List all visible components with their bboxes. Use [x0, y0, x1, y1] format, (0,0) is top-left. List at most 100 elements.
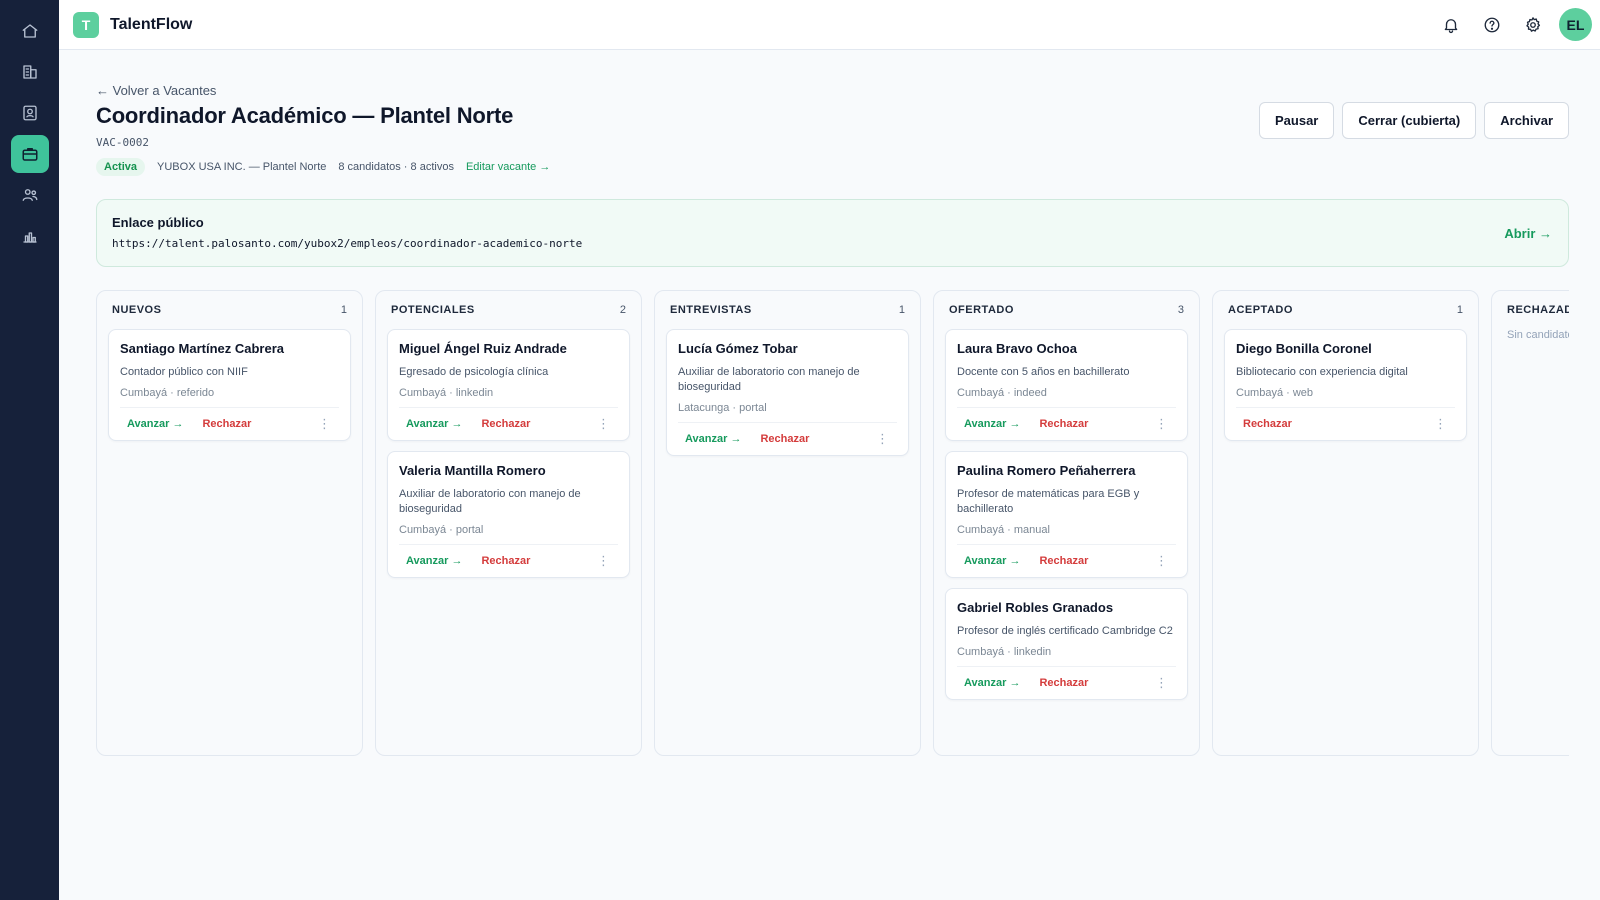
more-options-icon[interactable]: ⋮: [597, 553, 618, 569]
building-icon: [22, 65, 37, 79]
app-logo[interactable]: T: [73, 11, 99, 38]
vacancy-code: VAC-0002: [96, 136, 149, 149]
pipeline-column: NUEVOS 1 Santiago Martínez Cabrera Contador…: [96, 290, 363, 756]
more-options-icon[interactable]: ⋮: [1155, 553, 1176, 569]
sidebar-item-contacts[interactable]: [11, 94, 49, 132]
candidate-name[interactable]: Lucía Gómez Tobar: [678, 341, 897, 356]
candidate-name[interactable]: Miguel Ángel Ruiz Andrade: [399, 341, 618, 356]
column-count: 1: [1456, 304, 1463, 316]
pause-button[interactable]: Pausar: [1259, 102, 1335, 139]
candidate-name[interactable]: Santiago Martínez Cabrera: [120, 341, 339, 356]
candidate-actions: Avanzar → Rechazar ⋮: [678, 422, 897, 447]
candidate-meta: Cumbayá · manual: [957, 524, 1050, 536]
candidate-role: Auxiliar de laboratorio con manejo de bi…: [678, 366, 860, 393]
advance-button[interactable]: Avanzar →: [127, 418, 183, 430]
candidate-role: Contador público con NIIF: [120, 366, 248, 378]
pipeline-column: ACEPTADO 1 Diego Bonilla Coronel Biblioteca…: [1212, 290, 1479, 756]
candidate-role: Profesor de inglés certificado Cambridge…: [957, 625, 1173, 637]
column-header: ENTREVISTAS 1: [666, 301, 909, 319]
notifications-button[interactable]: [1433, 7, 1469, 43]
candidate-card[interactable]: Santiago Martínez Cabrera Contador públic…: [108, 329, 351, 441]
reject-button[interactable]: Rechazar: [481, 555, 530, 567]
candidate-role: Auxiliar de laboratorio con manejo de bi…: [399, 488, 581, 515]
bar-chart-icon: [22, 232, 37, 243]
app-brand[interactable]: TalentFlow: [110, 16, 192, 34]
company-label: YUBOX USA INC. — Plantel Norte: [157, 161, 327, 173]
advance-button[interactable]: Avanzar →: [964, 677, 1020, 689]
column-title: NUEVOS: [112, 304, 162, 316]
reject-button[interactable]: Rechazar: [760, 433, 809, 445]
page-title: Coordinador Académico — Plantel Norte: [96, 103, 514, 128]
candidate-name[interactable]: Gabriel Robles Granados: [957, 600, 1176, 615]
column-header: POTENCIALES 2: [387, 301, 630, 319]
candidate-name[interactable]: Valeria Mantilla Romero: [399, 463, 618, 478]
candidate-card[interactable]: Laura Bravo Ochoa Docente con 5 años en b…: [945, 329, 1188, 441]
candidate-name[interactable]: Diego Bonilla Coronel: [1236, 341, 1455, 356]
candidate-meta: Latacunga · portal: [678, 402, 767, 414]
topbar-actions: EL: [1428, 7, 1592, 43]
sidebar-item-vacancies[interactable]: [10, 135, 49, 173]
advance-button[interactable]: Avanzar →: [685, 433, 741, 445]
candidate-role: Docente con 5 años en bachillerato: [957, 366, 1130, 378]
reject-button[interactable]: Rechazar: [1039, 677, 1088, 689]
advance-button[interactable]: Avanzar →: [964, 418, 1020, 430]
column-header: ACEPTADO 1: [1224, 301, 1467, 319]
candidate-meta: Cumbayá · indeed: [957, 387, 1047, 399]
sidebar-item-reports[interactable]: [11, 217, 49, 255]
pipeline-column: OFERTADO 3 Laura Bravo Ochoa Docente con 5 …: [933, 290, 1200, 756]
more-options-icon[interactable]: ⋮: [1155, 675, 1176, 691]
candidate-actions: Avanzar → Rechazar ⋮: [399, 407, 618, 432]
candidate-card[interactable]: Lucía Gómez Tobar Auxiliar de laboratorio…: [666, 329, 909, 456]
reject-button[interactable]: Rechazar: [1039, 418, 1088, 430]
more-options-icon[interactable]: ⋮: [597, 416, 618, 432]
advance-button[interactable]: Avanzar →: [406, 418, 462, 430]
advance-button[interactable]: Avanzar →: [406, 555, 462, 567]
more-options-icon[interactable]: ⋮: [876, 431, 897, 447]
reject-button[interactable]: Rechazar: [1243, 418, 1292, 430]
user-avatar[interactable]: EL: [1559, 8, 1592, 41]
candidate-role: Bibliotecario con experiencia digital: [1236, 366, 1408, 378]
candidate-card[interactable]: Paulina Romero Peñaherrera Profesor de ma…: [945, 451, 1188, 578]
column-title: OFERTADO: [949, 304, 1014, 316]
candidate-name[interactable]: Paulina Romero Peñaherrera: [957, 463, 1176, 478]
close-filled-button[interactable]: Cerrar (cubierta): [1342, 102, 1477, 139]
reject-button[interactable]: Rechazar: [202, 418, 251, 430]
sidebar-item-companies[interactable]: [11, 53, 49, 91]
candidate-card[interactable]: Miguel Ángel Ruiz Andrade Egresado de psi…: [387, 329, 630, 441]
candidate-card[interactable]: Diego Bonilla Coronel Bibliotecario con e…: [1224, 329, 1467, 441]
advance-button[interactable]: Avanzar →: [964, 555, 1020, 567]
column-count: 2: [619, 304, 626, 316]
pipeline-columns: NUEVOS 1 Santiago Martínez Cabrera Contador…: [96, 290, 1569, 756]
candidate-name[interactable]: Laura Bravo Ochoa: [957, 341, 1176, 356]
pipeline-column: POTENCIALES 2 Miguel Ángel Ruiz Andrade Egr…: [375, 290, 642, 756]
reject-button[interactable]: Rechazar: [1039, 555, 1088, 567]
candidate-card[interactable]: Valeria Mantilla Romero Auxiliar de labor…: [387, 451, 630, 578]
sidebar-item-home[interactable]: [11, 12, 49, 50]
public-link-panel: Enlace público https://talent.palosanto.…: [96, 199, 1569, 267]
settings-button[interactable]: [1515, 7, 1551, 43]
back-to-vacancies-link[interactable]: ← Volver a Vacantes: [96, 83, 216, 98]
candidate-card[interactable]: Gabriel Robles Granados Profesor de inglé…: [945, 588, 1188, 700]
column-title: RECHAZADO: [1507, 304, 1569, 316]
more-options-icon[interactable]: ⋮: [318, 416, 339, 432]
sidebar-item-candidates[interactable]: [11, 176, 49, 214]
column-title: POTENCIALES: [391, 304, 475, 316]
more-options-icon[interactable]: ⋮: [1434, 416, 1455, 432]
contact-card-icon: [22, 105, 37, 121]
archive-button[interactable]: Archivar: [1484, 102, 1569, 139]
column-count: 1: [898, 304, 905, 316]
users-icon: [22, 189, 37, 201]
column-count: 3: [1177, 304, 1184, 316]
column-header: NUEVOS 1: [108, 301, 351, 319]
pipeline-column: RECHAZADO Sin candidatos: [1491, 290, 1569, 756]
gear-icon: [1526, 16, 1541, 32]
open-public-link-button[interactable]: Abrir →: [1504, 226, 1552, 241]
public-link-url[interactable]: https://talent.palosanto.com/yubox2/empl…: [112, 237, 1553, 250]
more-options-icon[interactable]: ⋮: [1155, 416, 1176, 432]
edit-vacancy-link[interactable]: Editar vacante →: [466, 161, 550, 173]
help-button[interactable]: [1474, 7, 1510, 43]
reject-button[interactable]: Rechazar: [481, 418, 530, 430]
vacancy-meta: Activa YUBOX USA INC. — Plantel Norte 8 …: [96, 158, 550, 176]
sidebar: [0, 0, 59, 900]
candidate-actions: Avanzar → Rechazar ⋮: [957, 544, 1176, 569]
